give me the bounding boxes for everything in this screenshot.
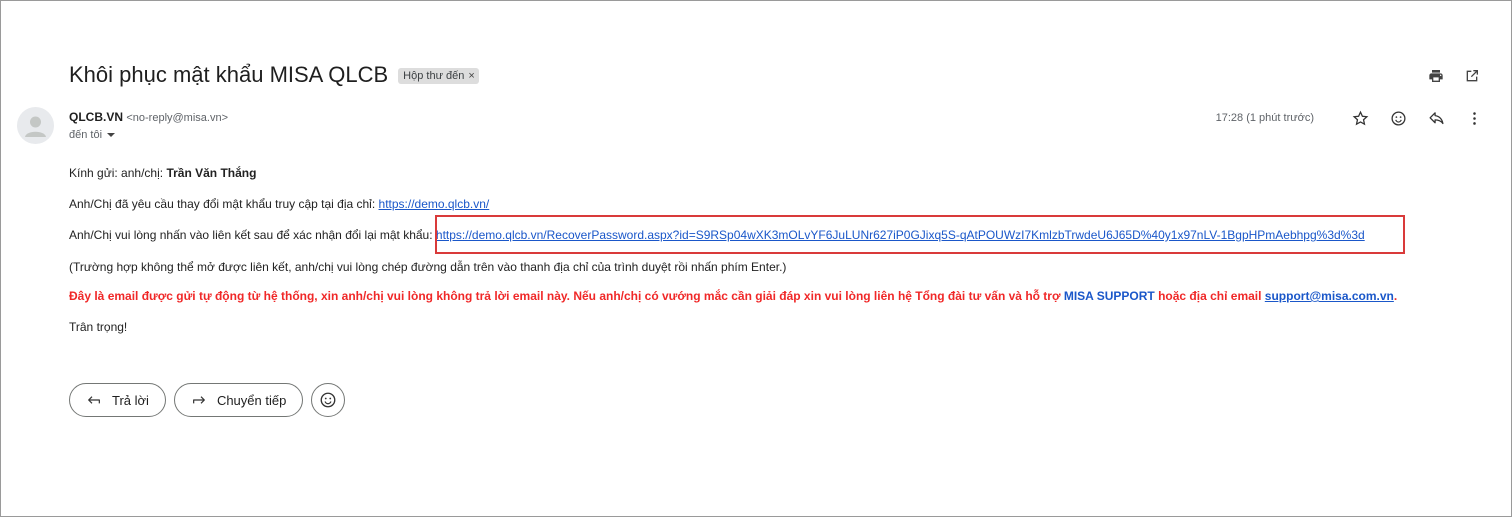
reply-label: Trả lời (112, 392, 149, 408)
recipient-name: Trần Văn Thắng (166, 166, 257, 180)
closing-line: Trân trọng! (69, 320, 128, 334)
dropdown-icon[interactable] (106, 130, 116, 140)
more-vert-icon[interactable] (1464, 108, 1484, 128)
sender-name[interactable]: QLCB.VN (69, 110, 123, 124)
email-subject: Khôi phục mật khẩu MISA QLCB (69, 62, 389, 87)
warning-line: Đây là email được gửi tự động từ hệ thốn… (69, 289, 1397, 303)
instruction-line: (Trường hợp không thể mở được liên kết, … (69, 260, 787, 274)
warning-end: . (1393, 289, 1398, 303)
forward-icon (191, 392, 207, 408)
inbox-label-chip[interactable]: Hộp thư đến × (398, 68, 479, 84)
forward-button[interactable]: Chuyển tiếp (173, 383, 304, 417)
forward-label: Chuyển tiếp (216, 392, 287, 408)
sender-block: QLCB.VN <no-reply@misa.vn> đến tôi (69, 110, 228, 141)
reply-arrow-icon (86, 392, 102, 408)
recipient-line[interactable]: đến tôi (69, 129, 228, 141)
reply-button[interactable]: Trả lời (69, 383, 166, 417)
inbox-label-text: Hộp thư đến (403, 70, 465, 82)
request-text: Anh/Chị đã yêu cầu thay đổi mật khẩu tru… (69, 197, 379, 211)
emoji-react-icon (320, 392, 336, 408)
site-link[interactable]: https://demo.qlcb.vn/ (379, 197, 490, 211)
remove-label-icon[interactable]: × (468, 70, 474, 82)
sender-avatar[interactable] (17, 107, 54, 144)
confirm-text: Anh/Chị vui lòng nhấn vào liên kết sau đ… (69, 228, 436, 242)
recipient-text: đến tôi (69, 129, 103, 141)
link-highlight-box (435, 215, 1405, 254)
avatar-icon (25, 116, 46, 137)
misa-support-text: MISA SUPPORT (1063, 289, 1155, 303)
greeting-line: Kính gửi: anh/chị: Trần Văn Thắng (69, 166, 256, 180)
reply-actions: Trả lời Chuyển tiếp (69, 383, 346, 417)
greeting-prefix: Kính gửi: anh/chị: (69, 166, 167, 180)
print-icon[interactable] (1426, 66, 1446, 86)
message-meta: 17:28 (1 phút trước) (1216, 108, 1484, 128)
star-icon[interactable] (1350, 108, 1370, 128)
request-line: Anh/Chị đã yêu cầu thay đổi mật khẩu tru… (69, 197, 489, 211)
top-toolbar (1426, 66, 1482, 86)
warning-text: Đây là email được gửi tự động từ hệ thốn… (69, 289, 1064, 303)
emoji-icon[interactable] (1388, 108, 1408, 128)
open-new-window-icon[interactable] (1462, 66, 1482, 86)
emoji-react-button[interactable] (311, 383, 346, 417)
warning-mid-text: hoặc địa chỉ email (1154, 289, 1265, 303)
subject-row: Khôi phục mật khẩu MISA QLCB Hộp thư đến… (69, 62, 479, 88)
support-email-link[interactable]: support@misa.com.vn (1265, 289, 1394, 303)
message-time: 17:28 (1 phút trước) (1215, 112, 1314, 124)
reply-icon[interactable] (1426, 108, 1446, 128)
sender-email: <no-reply@misa.vn> (126, 112, 228, 124)
